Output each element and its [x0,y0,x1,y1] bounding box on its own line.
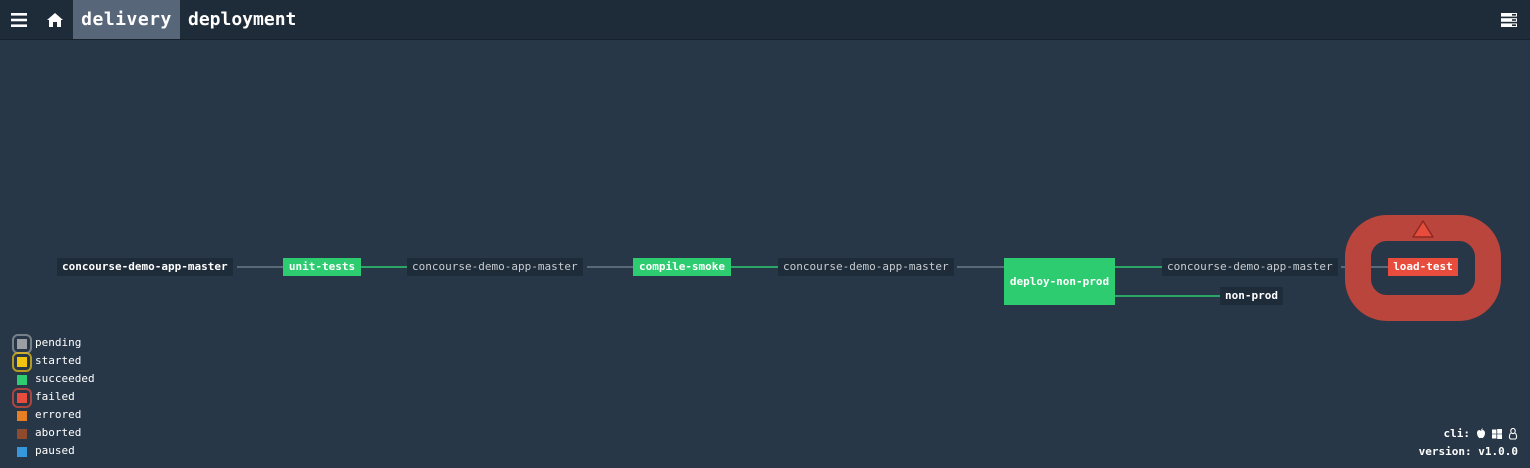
legend-swatch [12,334,32,354]
job-deploy-non-prod[interactable]: deploy-non-prod [1004,258,1115,305]
legend-label: aborted [35,426,82,439]
resource-node[interactable]: concourse-demo-app-master [57,258,233,276]
legend-label: succeeded [35,372,95,385]
resource-node[interactable]: concourse-demo-app-master [778,258,954,276]
job-load-test[interactable]: load-test [1388,258,1458,276]
version-label: version: [1418,445,1472,458]
legend-swatch [12,388,32,408]
pipeline-edges [237,266,1388,297]
job-compile-smoke[interactable]: compile-smoke [633,258,731,276]
windows-icon[interactable] [1492,428,1502,439]
cli-downloads: cli: [1444,427,1519,440]
legend-swatch [17,429,27,439]
job-unit-tests[interactable]: unit-tests [283,258,361,276]
legend-swatch [17,447,27,457]
legend-label: started [35,354,82,367]
legend-label: pending [35,336,82,349]
legend-swatch [12,352,32,372]
linux-icon[interactable] [1508,427,1518,440]
version-value: v1.0.0 [1478,445,1518,458]
legend-label: paused [35,444,75,457]
cli-label: cli: [1443,427,1471,440]
legend-label: failed [35,390,75,403]
legend-swatch [17,375,27,385]
resource-node-non-prod[interactable]: non-prod [1220,287,1283,305]
warning-triangle-icon [1411,219,1435,243]
legend-swatch [17,411,27,421]
version-info: version: v1.0.0 [1419,445,1518,458]
resource-node[interactable]: concourse-demo-app-master [407,258,583,276]
resource-node[interactable]: concourse-demo-app-master [1162,258,1338,276]
apple-icon[interactable] [1476,428,1486,439]
legend-label: errored [35,408,82,421]
